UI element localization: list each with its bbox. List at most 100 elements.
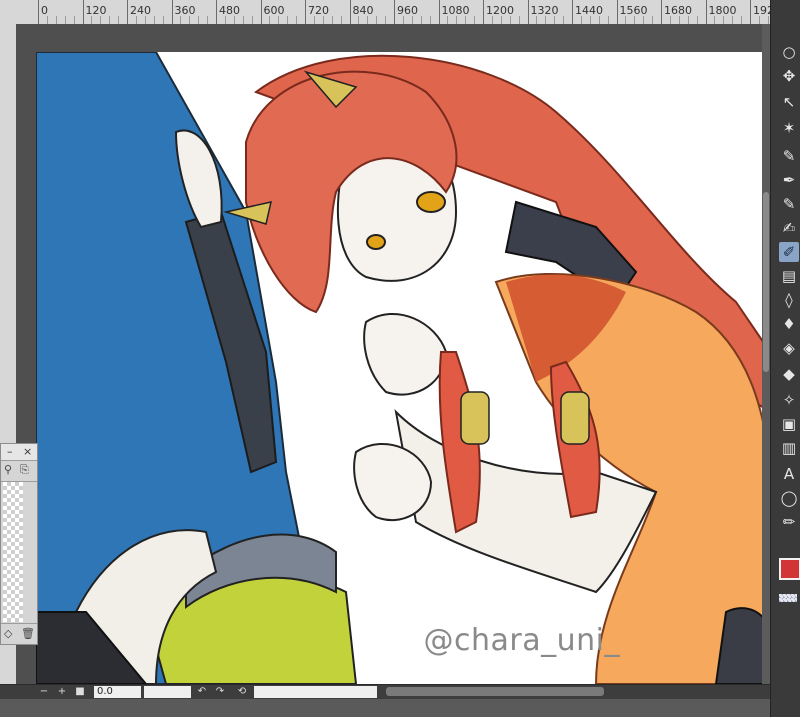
ruler-minor-tick	[509, 16, 511, 24]
layer-thumbnail[interactable]	[3, 482, 23, 622]
ruler-minor-tick	[741, 16, 743, 24]
ruler-minor-tick	[465, 16, 467, 24]
fill-icon[interactable]: ◈	[779, 338, 799, 358]
ruler-minor-tick	[367, 16, 369, 24]
main-color-swatch[interactable]	[779, 558, 800, 580]
operation-icon[interactable]: ↖	[779, 92, 799, 112]
balloon-icon[interactable]: ◯	[779, 488, 799, 508]
ruler-minor-tick	[322, 16, 324, 24]
ruler-label: 480	[219, 4, 240, 17]
ruler-minor-tick	[518, 16, 520, 24]
stop-button[interactable]: ■	[74, 685, 86, 699]
pen-icon[interactable]: ✒	[779, 170, 799, 190]
ruler-label: 840	[352, 4, 374, 17]
ruler-minor-tick	[46, 16, 48, 24]
ruler-minor-tick	[144, 16, 146, 24]
ruler-minor-tick	[447, 16, 449, 24]
airbrush-icon[interactable]: ✐	[779, 242, 799, 262]
ruler-minor-tick	[100, 16, 102, 24]
ruler-minor-tick	[420, 16, 422, 24]
ruler-minor-tick	[402, 16, 404, 24]
frame-icon[interactable]: ▣	[779, 414, 799, 434]
ruler-minor-tick	[287, 16, 289, 24]
ruler-minor-tick	[340, 16, 342, 24]
auto-select-icon[interactable]: ✶	[779, 118, 799, 138]
export-icon[interactable]: ⎘	[20, 463, 29, 477]
ruler-minor-tick	[411, 16, 413, 24]
rotate-left-button[interactable]: ↶	[196, 685, 208, 699]
ruler-minor-tick	[625, 16, 627, 24]
zoom-field[interactable]: 0.0	[94, 686, 141, 698]
zoom-out-button[interactable]: −	[38, 685, 50, 699]
correct-line-icon[interactable]: ✏	[779, 512, 799, 532]
ruler-label: 360	[174, 4, 196, 17]
tool-palette: ○ ✥ ↖ ✶ ✎ ✒ ✎ ✍ ✐ ▤ ◊ ♦ ◈ ◆ ✧ ▣ ▥ A ◯ ✏	[770, 0, 800, 717]
text-icon[interactable]: A	[779, 464, 799, 484]
ruler-minor-tick	[296, 16, 298, 24]
ruler-label: 960	[397, 4, 418, 17]
vertical-scrollbar-thumb[interactable]	[763, 192, 769, 372]
ruler-minor-tick	[269, 16, 271, 24]
pencil-icon[interactable]: ✎	[779, 194, 799, 214]
ruler-icon[interactable]: ▥	[779, 438, 799, 458]
eye-left	[366, 234, 386, 250]
ruler-minor-tick	[278, 16, 280, 24]
ruler-minor-tick	[687, 16, 689, 24]
brush-icon[interactable]: ✍	[779, 218, 799, 238]
ruler-label: 120	[85, 4, 107, 17]
ruler-minor-tick	[732, 16, 734, 24]
layer-panel-footer: ◇ 🗑	[1, 623, 37, 644]
ruler-minor-tick	[500, 16, 502, 24]
ruler-minor-tick	[385, 16, 387, 24]
ruler-minor-tick	[73, 16, 75, 24]
ruler-label: 240	[130, 4, 151, 17]
layer-panel: – × ⚲ ⎘ ◇ 🗑	[0, 443, 38, 645]
ruler-minor-tick	[589, 16, 591, 24]
ruler-minor-tick	[376, 16, 378, 24]
close-button[interactable]: ×	[23, 445, 32, 458]
ruler-label: 720	[308, 4, 329, 17]
rotate-field[interactable]	[144, 686, 191, 698]
ruler-label: 600	[263, 4, 285, 17]
ruler-minor-tick	[233, 16, 235, 24]
ruler-minor-tick	[198, 16, 200, 24]
horizontal-scrollbar-thumb[interactable]	[386, 687, 604, 696]
eraser-icon[interactable]: ◊	[779, 290, 799, 310]
ruler-minor-tick	[162, 16, 164, 24]
blend-icon[interactable]: ♦	[779, 314, 799, 334]
ruler-minor-tick	[491, 16, 493, 24]
top-ruler: 0 120 240 360 480 600 720 840 960 1080 1200 1320 144…	[0, 0, 770, 25]
braid-tie-right	[560, 391, 590, 445]
ruler-minor-tick	[723, 16, 725, 24]
bottom-area	[0, 699, 770, 717]
search-icon[interactable]: ⚲	[4, 463, 12, 476]
eyedropper-icon[interactable]: ✎	[779, 146, 799, 166]
figure-icon[interactable]: ✧	[779, 390, 799, 410]
rotate-right-button[interactable]: ↷	[214, 685, 226, 699]
ruler-minor-tick	[109, 16, 111, 24]
fist-upper	[363, 312, 448, 396]
ruler-minor-tick	[118, 16, 120, 24]
ruler-minor-tick	[580, 16, 582, 24]
artwork	[36, 52, 770, 684]
move-icon[interactable]: ✥	[779, 66, 799, 86]
angle-field[interactable]	[254, 686, 377, 698]
minimize-button[interactable]: –	[7, 445, 13, 458]
trash-icon[interactable]: 🗑	[21, 627, 35, 640]
ruler-minor-tick	[456, 16, 458, 24]
canvas[interactable]: @chara_uni_	[36, 52, 770, 684]
ruler-minor-tick	[55, 16, 57, 24]
gradient-icon[interactable]: ◆	[779, 364, 799, 384]
decoration-icon[interactable]: ▤	[779, 266, 799, 286]
canvas-area[interactable]: @chara_uni_	[16, 24, 770, 684]
transparent-color-swatch[interactable]	[779, 594, 797, 602]
zoom-icon[interactable]: ○	[779, 42, 799, 62]
reset-rotation-button[interactable]: ⟲	[236, 685, 248, 699]
ruler-minor-tick	[554, 16, 556, 24]
new-layer-icon[interactable]: ◇	[4, 627, 12, 640]
ruler-minor-tick	[678, 16, 680, 24]
ruler-minor-tick	[180, 16, 182, 24]
zoom-in-button[interactable]: +	[56, 685, 68, 699]
vertical-scrollbar[interactable]	[762, 24, 770, 684]
braid-tie-left	[460, 391, 490, 445]
